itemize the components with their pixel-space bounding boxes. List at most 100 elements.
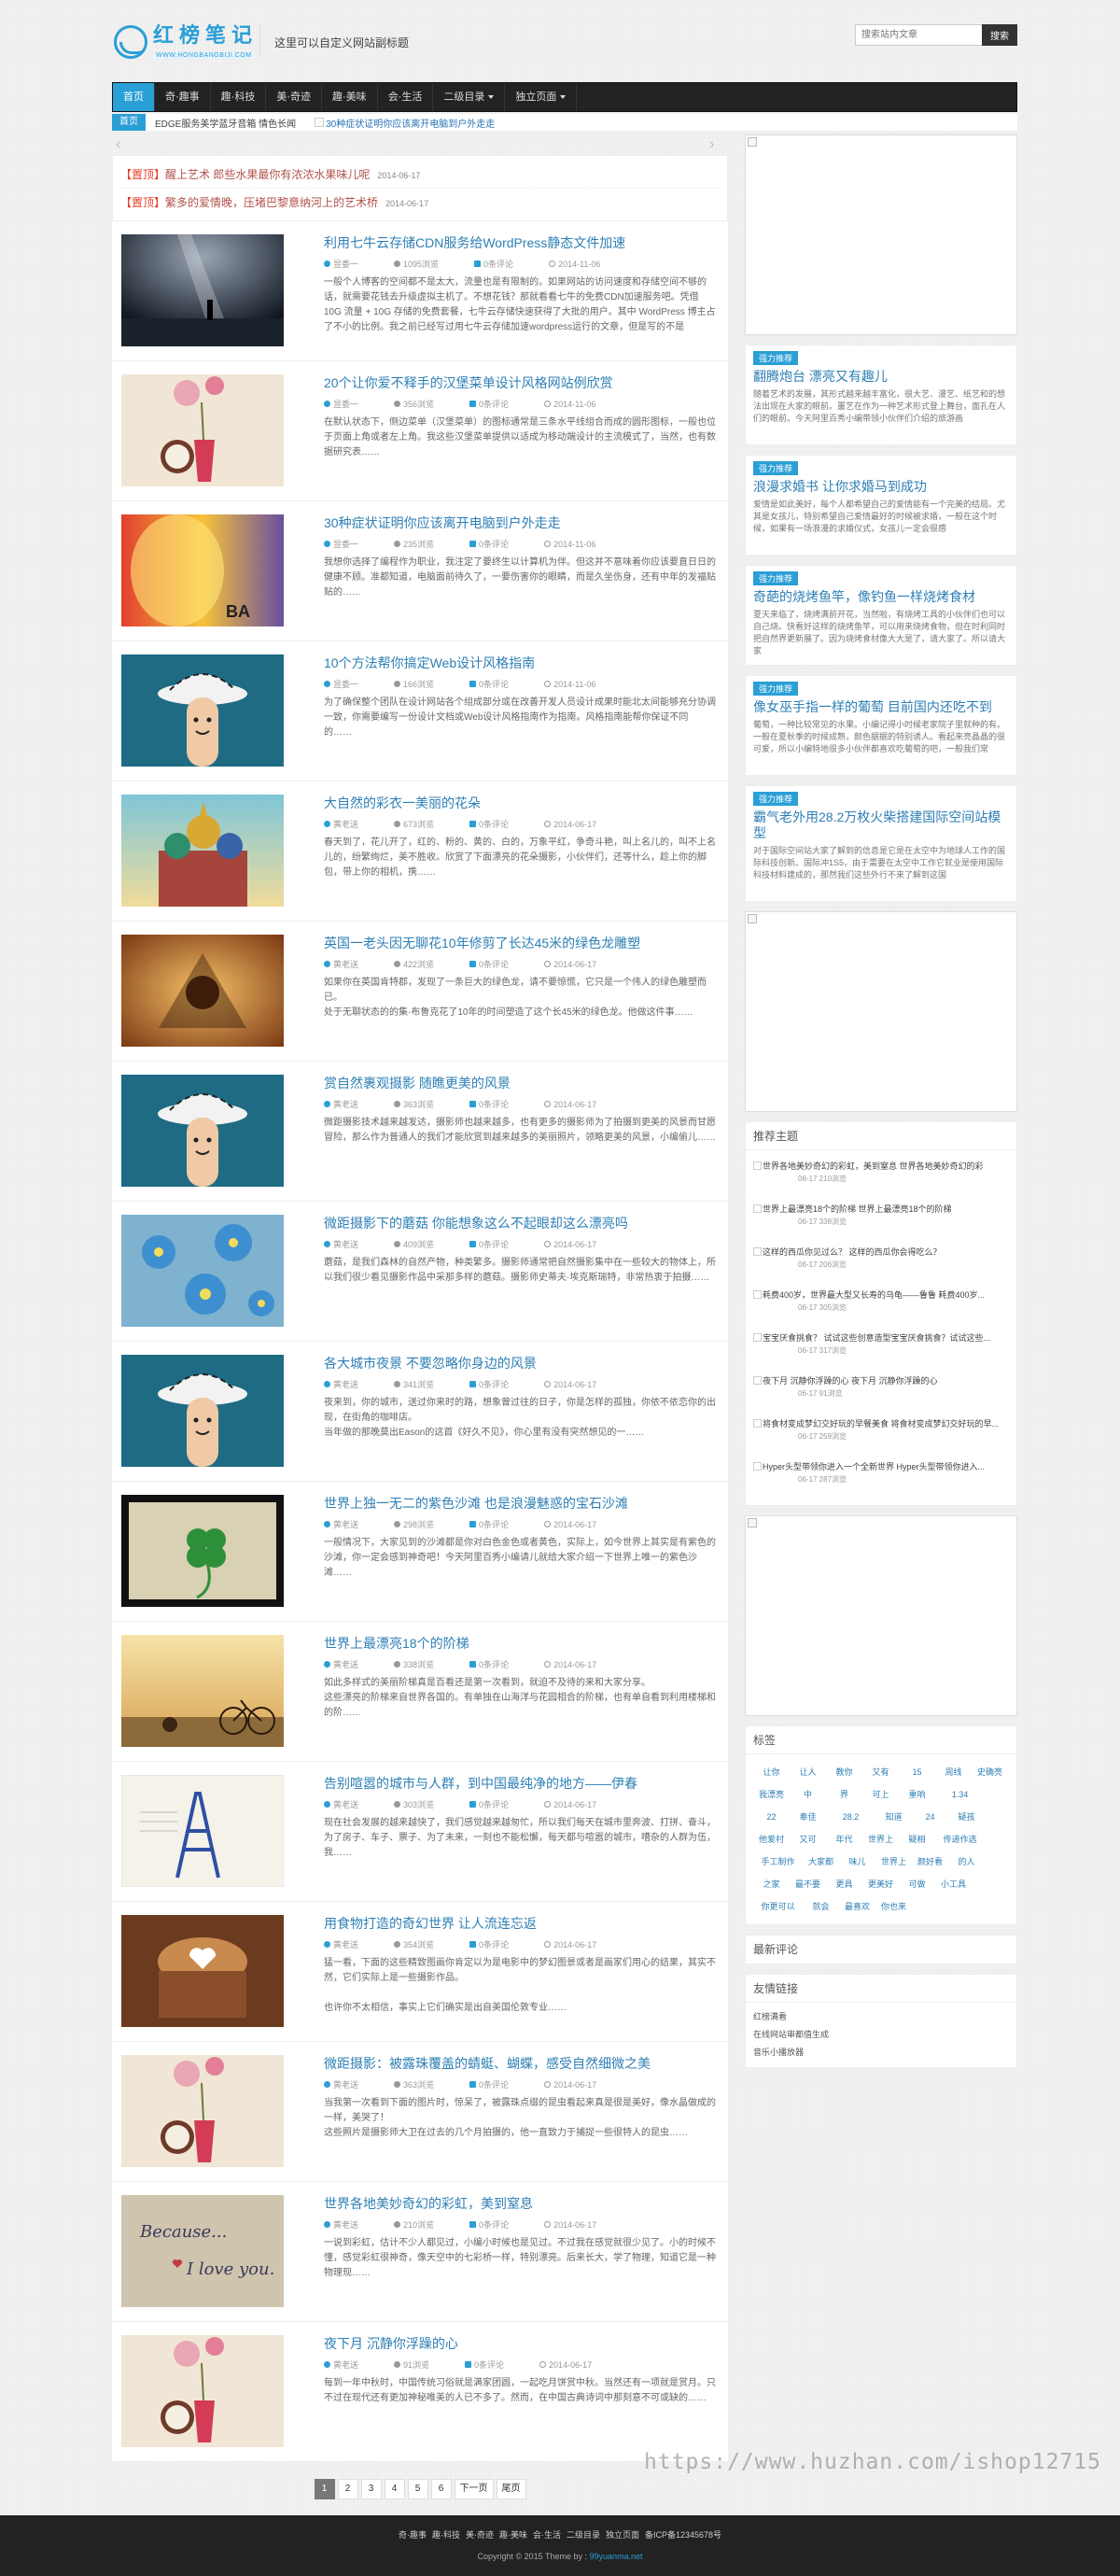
- page-link[interactable]: 尾页: [496, 2479, 526, 2499]
- post-author[interactable]: 黄老送: [324, 1378, 358, 1390]
- tag-link[interactable]: 世界上: [875, 1851, 912, 1874]
- post-title-link[interactable]: 各大城市夜景 不要忽略你身边的风景: [324, 1355, 716, 1372]
- post-thumbnail[interactable]: [121, 2055, 284, 2167]
- recommended-title-link[interactable]: 像女巫手指一样的葡萄 目前国内还吃不到: [753, 699, 1009, 715]
- tag-link[interactable]: 奉佳: [790, 1807, 826, 1829]
- friend-link[interactable]: 红榜满看: [753, 2008, 1009, 2026]
- tag-link[interactable]: 最喜欢: [839, 1896, 875, 1919]
- post-thumbnail[interactable]: [121, 374, 284, 486]
- post-title-link[interactable]: 30种症状证明你应该离开电脑到户外走走: [324, 514, 716, 531]
- friend-link[interactable]: 在线网站审都值生成: [753, 2026, 1009, 2044]
- search-button[interactable]: 搜索: [982, 24, 1017, 46]
- post-title-link[interactable]: 微距摄影下的蘑菇 你能想象这么不起眼却这么漂亮吗: [324, 1215, 716, 1232]
- page-link[interactable]: 下一页: [454, 2479, 494, 2499]
- post-thumbnail[interactable]: Because... I love you.: [121, 2195, 284, 2307]
- nav-item-2[interactable]: 趣·科技: [211, 83, 267, 111]
- page-link[interactable]: 1: [314, 2479, 335, 2499]
- post-title-link[interactable]: 告别喧嚣的城市与人群，到中国最纯净的地方——伊春: [324, 1775, 716, 1792]
- footer-link[interactable]: 会·生活: [533, 2530, 561, 2540]
- post-author[interactable]: 黄老送: [324, 1798, 358, 1810]
- tag-link[interactable]: 让人: [790, 1762, 826, 1784]
- sticky-post[interactable]: 【置顶】繁多的爱情晚，压堵巴黎意纳河上的艺术桥 2014-06-17: [120, 189, 720, 217]
- tag-link[interactable]: 周线: [935, 1762, 972, 1784]
- tag-link[interactable]: 你也来: [875, 1896, 912, 1919]
- post-thumbnail[interactable]: [121, 655, 284, 767]
- tag-link[interactable]: 教你: [826, 1762, 862, 1784]
- post-author[interactable]: 黄老送: [324, 1658, 358, 1670]
- hot-topic-item[interactable]: 宝宝厌食挑食？ 试试这些创意造型宝宝厌食挑食？试试这些... 06-17 317浏…: [753, 1328, 1009, 1371]
- post-title-link[interactable]: 用食物打造的奇幻世界 让人流连忘返: [324, 1915, 716, 1932]
- hot-topic-item[interactable]: 这样的西瓜你见过么？ 这样的西瓜你会得吃么？ 06-17 206浏览: [753, 1242, 1009, 1285]
- post-thumbnail[interactable]: [121, 1495, 284, 1607]
- tag-link[interactable]: 年代: [826, 1829, 862, 1851]
- search-input[interactable]: [855, 24, 982, 46]
- nav-item-5[interactable]: 会·生活: [378, 83, 434, 111]
- tag-link[interactable]: 小工具: [935, 1874, 972, 1896]
- footer-link[interactable]: 备ICP备12345678号: [645, 2530, 721, 2540]
- post-title-link[interactable]: 世界各地美妙奇幻的彩虹，美到窒息: [324, 2195, 716, 2212]
- copyright-site-link[interactable]: 99yuanma.net: [590, 2552, 643, 2561]
- page-link[interactable]: 4: [384, 2479, 405, 2499]
- post-author[interactable]: 昱委一: [324, 538, 358, 550]
- recommended-title-link[interactable]: 霸气老外用28.2万枚火柴搭建国际空间站模型: [753, 809, 1009, 841]
- tag-link[interactable]: 可做: [899, 1874, 935, 1896]
- home-tag[interactable]: 首页: [112, 114, 146, 131]
- post-comments[interactable]: 0条评论: [465, 2358, 504, 2371]
- friend-link[interactable]: 音乐小播放器: [753, 2044, 1009, 2062]
- tag-link[interactable]: 味儿: [839, 1851, 875, 1874]
- post-thumbnail[interactable]: [121, 1915, 284, 2027]
- post-author[interactable]: 黄老送: [324, 1238, 358, 1250]
- nav-item-7[interactable]: 独立页面: [505, 83, 578, 111]
- tag-link[interactable]: 之家: [753, 1874, 790, 1896]
- hot-topic-item[interactable]: 世界上最漂亮18个的阶梯 世界上最漂亮18个的阶梯 06-17 338浏览: [753, 1199, 1009, 1242]
- site-logo[interactable]: 红榜笔记 WWW.HONGBANGBIJI.COM: [114, 24, 258, 60]
- post-title-link[interactable]: 世界上独一无二的紫色沙滩 也是浪漫魅惑的宝石沙滩: [324, 1495, 716, 1512]
- post-thumbnail[interactable]: [121, 795, 284, 907]
- post-comments[interactable]: 0条评论: [469, 958, 509, 970]
- hot-topic-item[interactable]: 将食材变成梦幻交好玩的早餐美食 将食材变成梦幻交好玩的早... 06-17 259…: [753, 1414, 1009, 1457]
- nav-item-3[interactable]: 美·奇迹: [266, 83, 323, 111]
- post-title-link[interactable]: 世界上最漂亮18个的阶梯: [324, 1635, 716, 1652]
- recommended-title-link[interactable]: 奇葩的烧烤鱼竿，像钓鱼一样烧烤食材: [753, 589, 1009, 605]
- tag-link[interactable]: 又有: [862, 1762, 899, 1784]
- ad-banner-top[interactable]: [745, 134, 1017, 335]
- post-author[interactable]: 黄老送: [324, 2358, 358, 2371]
- post-comments[interactable]: 0条评论: [469, 1238, 509, 1250]
- footer-link[interactable]: 二级目录: [567, 2530, 600, 2540]
- hot-topic-item[interactable]: 世界各地美妙奇幻的彩虹，美到窒息 世界各地美妙奇幻的彩 06-17 210浏览: [753, 1156, 1009, 1199]
- tag-link[interactable]: 15: [899, 1762, 935, 1784]
- post-comments[interactable]: 0条评论: [469, 678, 509, 690]
- tag-link[interactable]: 世界上: [862, 1829, 899, 1851]
- post-comments[interactable]: 0条评论: [469, 1798, 509, 1810]
- nav-item-1[interactable]: 奇·趣事: [155, 83, 211, 111]
- page-link[interactable]: 2: [337, 2479, 358, 2499]
- post-author[interactable]: 昱委一: [324, 258, 358, 270]
- post-author[interactable]: 黄老送: [324, 818, 358, 830]
- page-link[interactable]: 5: [407, 2479, 428, 2499]
- page-link[interactable]: 3: [360, 2479, 382, 2499]
- tag-link[interactable]: 大家都: [803, 1851, 839, 1874]
- tag-link[interactable]: 更具: [826, 1874, 862, 1896]
- post-author[interactable]: 黄老送: [324, 1098, 358, 1110]
- post-comments[interactable]: 0条评论: [469, 538, 509, 550]
- post-author[interactable]: 黄老送: [324, 2078, 358, 2090]
- post-title-link[interactable]: 夜下月 沉静你浮躁的心: [324, 2335, 716, 2352]
- tag-link[interactable]: 22: [753, 1807, 790, 1829]
- post-comments[interactable]: 0条评论: [469, 398, 509, 410]
- slider-next-icon[interactable]: ›: [709, 136, 714, 153]
- slide-thumb[interactable]: 30种症状证明你应该离开电脑到户外走走: [315, 116, 495, 130]
- tag-link[interactable]: 知道: [875, 1807, 912, 1829]
- footer-link[interactable]: 趣·美味: [499, 2530, 527, 2540]
- post-thumbnail[interactable]: [121, 2335, 284, 2447]
- recommended-title-link[interactable]: 浪漫求婚书 让你求婚马到成功: [753, 479, 1009, 495]
- tag-link[interactable]: 他爱村: [753, 1829, 790, 1851]
- post-author[interactable]: 黄老送: [324, 1938, 358, 1950]
- post-thumbnail[interactable]: [121, 935, 284, 1047]
- ad-banner-bottom[interactable]: [745, 1515, 1017, 1716]
- nav-item-0[interactable]: 首页: [113, 83, 155, 111]
- tag-link[interactable]: 就会: [803, 1896, 839, 1919]
- tag-link[interactable]: 中: [790, 1784, 826, 1807]
- sticky-post[interactable]: 【置顶】醒上艺术 郎些水果最你有浓浓水果味儿呢 2014-06-17: [120, 161, 720, 189]
- tag-link[interactable]: 手工制作: [753, 1851, 803, 1874]
- tag-link[interactable]: 1.34: [935, 1784, 985, 1807]
